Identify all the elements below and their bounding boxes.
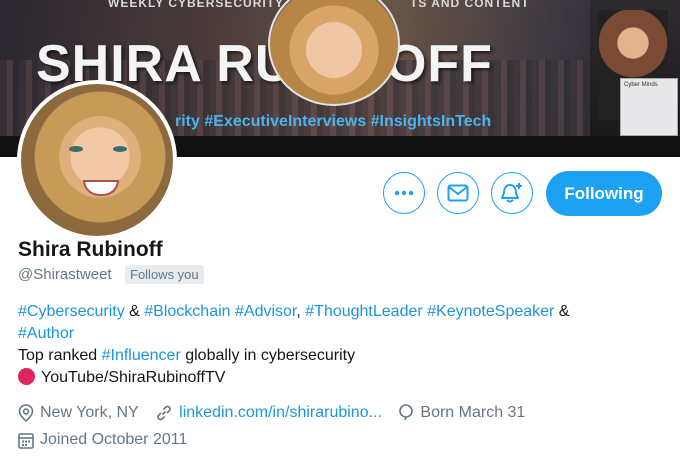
following-button[interactable]: Following: [546, 171, 662, 216]
joined-item: Joined October 2011: [18, 429, 187, 451]
bio-youtube-text: YouTube/ShiraRubinoffTV: [41, 369, 226, 386]
link-icon: [157, 405, 171, 421]
joined-text: Joined October 2011: [40, 431, 188, 448]
hashtag-link[interactable]: #Advisor: [235, 303, 296, 320]
location-item: New York, NY: [18, 402, 139, 424]
profile-bio: #Cybersecurity & #Blockchain #Advisor, #…: [18, 301, 658, 389]
website-item: linkedin.com/in/shirarubino...: [155, 402, 382, 424]
hashtag-link[interactable]: #Blockchain: [144, 303, 230, 320]
red-circle-emoji-icon: [18, 368, 35, 385]
profile-meta: New York, NY linkedin.com/in/shirarubino…: [18, 402, 668, 456]
avatar-smile: [83, 180, 119, 196]
avatar-eye-left: [69, 146, 83, 152]
hashtag-link[interactable]: #ThoughtLeader: [305, 303, 422, 320]
location-pin-icon: [18, 404, 34, 422]
profile-name: Shira Rubinoff: [18, 238, 163, 261]
banner-hashtags: rity #ExecutiveInterviews #InsightsInTec…: [175, 113, 492, 130]
profile-handle: @Shirastweet: [18, 266, 112, 283]
notifications-button[interactable]: [491, 172, 533, 214]
calendar-icon: [18, 432, 34, 449]
banner-top-right-text: TS AND CONTENT: [410, 0, 530, 10]
message-button[interactable]: [437, 172, 479, 214]
more-options-button[interactable]: [383, 172, 425, 214]
envelope-icon: [447, 184, 469, 202]
bio-text: &: [554, 303, 570, 320]
avatar-eye-right: [113, 146, 127, 152]
bio-line-2: #Author: [18, 323, 658, 345]
birthday-text: Born March 31: [420, 404, 526, 421]
meta-row-2: Joined October 2011: [18, 429, 668, 456]
balloon-icon: [399, 404, 414, 421]
website-link[interactable]: linkedin.com/in/shirarubino...: [179, 402, 382, 424]
hashtag-link[interactable]: #Cybersecurity: [18, 303, 125, 320]
hashtag-link[interactable]: #Author: [18, 325, 74, 342]
bio-text: &: [124, 303, 145, 320]
bio-text: Top ranked: [18, 347, 102, 364]
banner-event-photo: Cyber Minds: [590, 0, 680, 136]
bio-text: ,: [296, 303, 306, 320]
follows-you-badge: Follows you: [125, 265, 204, 284]
hashtag-link[interactable]: #Influencer: [102, 347, 181, 364]
bio-text: globally in cybersecurity: [180, 347, 356, 364]
bell-plus-icon: [501, 183, 522, 203]
hashtag-link[interactable]: #KeynoteSpeaker: [427, 303, 554, 320]
bio-line-1: #Cybersecurity & #Blockchain #Advisor, #…: [18, 301, 658, 323]
banner-book-text: Cyber Minds: [624, 82, 658, 88]
birthday-item: Born March 31: [398, 402, 525, 424]
meta-row-1: New York, NY linkedin.com/in/shirarubino…: [18, 402, 668, 429]
bio-line-4: YouTube/ShiraRubinoffTV: [18, 367, 658, 389]
more-icon: [394, 190, 414, 196]
profile-avatar[interactable]: [17, 80, 177, 240]
location-text: New York, NY: [40, 404, 139, 421]
bio-line-3: Top ranked #Influencer globally in cyber…: [18, 345, 658, 367]
banner-top-left-text: WEEKLY CYBERSECURITY: [108, 0, 285, 10]
